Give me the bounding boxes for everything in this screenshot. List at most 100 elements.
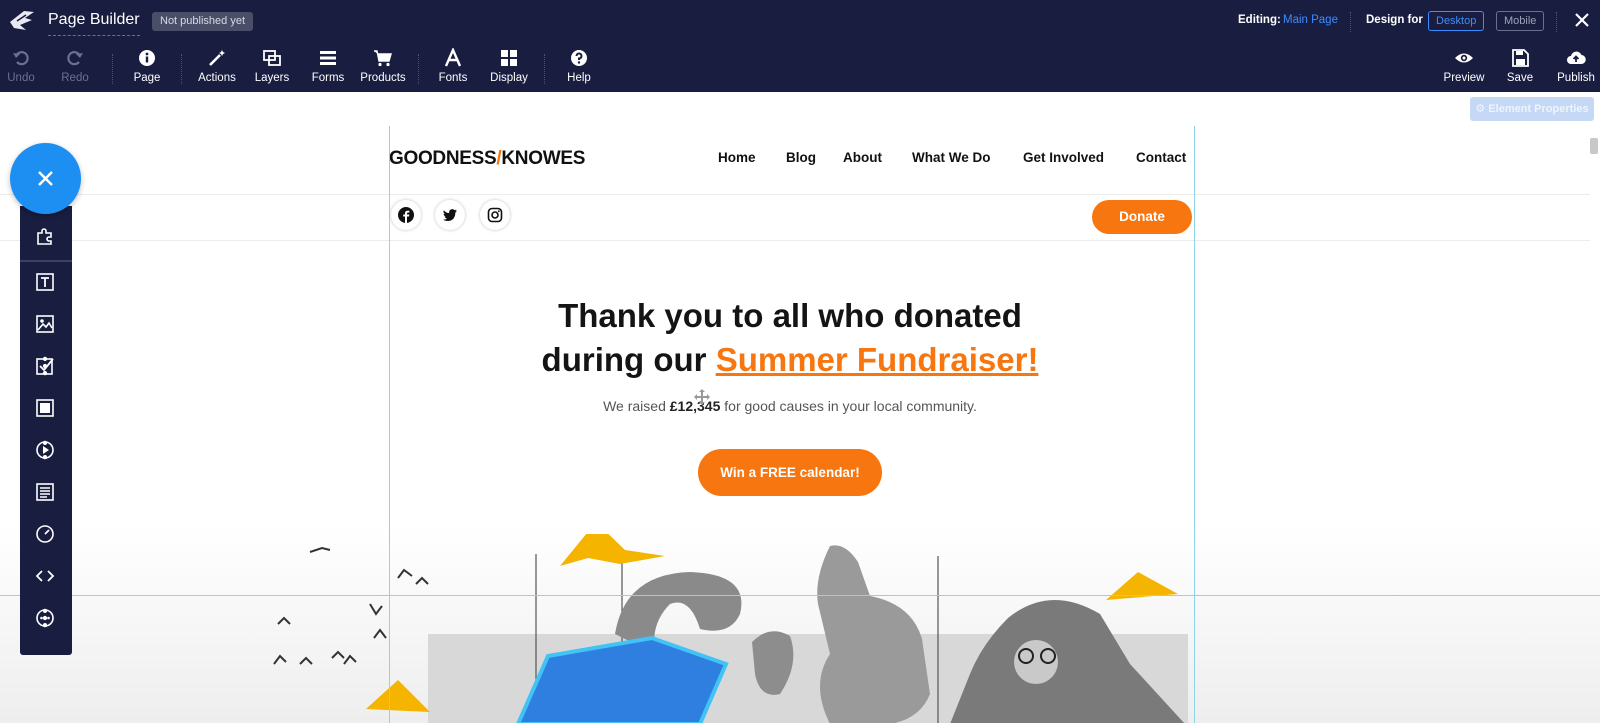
undo-button[interactable]: Undo [0,48,49,84]
brand-left: GOODNESS [389,148,497,169]
instagram-link[interactable] [480,200,510,230]
headline-highlight: Summer Fundraiser! [715,341,1039,378]
mobile-toggle[interactable]: Mobile [1496,11,1545,31]
redo-icon [67,51,83,66]
timer-icon [36,525,54,543]
hero-collage-image[interactable] [270,534,1230,723]
app-logo-icon[interactable] [8,8,36,34]
close-palette-button[interactable] [10,143,81,214]
editor-canvas[interactable]: GOODNESS/KNOWES Home Blog About What We … [0,126,1600,723]
help-label: Help [567,72,591,84]
nav-get-involved[interactable]: Get Involved [1023,150,1104,165]
question-icon [571,50,587,66]
redo-label: Redo [61,72,89,84]
hero-headline[interactable]: Thank you to all who donated during our … [400,294,1180,382]
cloud-upload-icon [1567,51,1586,65]
twitter-icon [443,209,457,221]
facebook-link[interactable] [391,200,421,230]
section-divider [0,194,1590,195]
toolbar-divider [112,54,113,84]
products-button[interactable]: Products [355,48,411,84]
more-options-icon[interactable] [35,356,55,376]
block-icon [36,399,54,417]
canvas-scrollbar[interactable] [1590,138,1598,154]
toolbar-divider [418,54,419,84]
help-button[interactable]: Help [551,48,607,84]
publish-status-badge: Not published yet [152,12,253,31]
fonts-label: Fonts [438,72,468,84]
palette-checkbox[interactable] [20,346,72,386]
close-icon [38,171,53,186]
nav-blog[interactable]: Blog [786,150,816,165]
desktop-toggle[interactable]: Desktop [1428,11,1485,31]
page-button[interactable]: Page [119,48,175,84]
layout-guide-horizontal [0,595,1600,596]
site-logo[interactable]: GOODNESS/KNOWES [389,148,585,170]
palette-code[interactable] [20,556,72,596]
editing-label: Editing: [1238,14,1281,26]
donate-button[interactable]: Donate [1092,200,1192,234]
close-icon[interactable] [1570,8,1594,32]
display-label: Display [490,72,528,84]
headline-line-1: Thank you to all who donated [558,297,1022,334]
actions-button[interactable]: Actions [189,48,245,84]
layout-guide-right [1194,126,1195,723]
win-calendar-button[interactable]: Win a FREE calendar! [698,449,882,496]
eye-icon [1455,53,1473,63]
magic-wand-icon [209,50,225,66]
page-label: Page [133,72,161,84]
design-for-label: Design for [1366,14,1423,26]
headline-line-2: during our Summer Fundraiser! [400,338,1180,382]
forms-button[interactable]: Forms [300,48,356,84]
nav-about[interactable]: About [843,150,882,165]
instagram-icon [487,207,503,223]
forms-label: Forms [311,72,345,84]
editing-page-link[interactable]: Main Page [1283,14,1338,26]
nav-contact[interactable]: Contact [1136,150,1186,165]
preview-button[interactable]: Preview [1436,48,1492,84]
more-options-icon[interactable] [35,608,55,628]
paragraph-icon [36,483,54,501]
layout-guide-left [389,126,390,723]
layers-button[interactable]: Layers [244,48,300,84]
palette-timer[interactable] [20,514,72,554]
more-options-icon[interactable] [35,440,55,460]
save-label: Save [1506,72,1534,84]
move-cursor-icon [694,389,710,405]
publish-label: Publish [1557,72,1595,84]
undo-icon [13,51,29,66]
publish-button[interactable]: Publish [1548,48,1600,84]
actions-label: Actions [198,72,236,84]
subtext-start: We raised [603,398,670,414]
hero-subtext[interactable]: We raised £12,345 for good causes in you… [400,398,1180,414]
palette-paragraph[interactable] [20,472,72,512]
palette-more[interactable] [20,598,72,638]
palette-image[interactable] [20,304,72,344]
element-properties-button[interactable]: ⚙ Element Properties [1470,97,1594,121]
facebook-icon [398,207,414,223]
toolbar-divider [544,54,545,84]
palette-block[interactable] [20,388,72,428]
top-toolbar: Page Builder Not published yet Undo Redo… [0,0,1600,92]
toolbar-divider [181,54,182,84]
nav-home[interactable]: Home [718,150,756,165]
palette-video[interactable] [20,430,72,470]
subtext-end: for good causes in your local community. [720,398,977,414]
redo-button[interactable]: Redo [47,48,103,84]
undo-label: Undo [7,72,35,84]
palette-text[interactable] [20,262,72,302]
display-button[interactable]: Display [481,48,537,84]
forms-icon [320,51,336,65]
fonts-button[interactable]: Fonts [425,48,481,84]
save-button[interactable]: Save [1492,48,1548,84]
toolbar-divider [1556,12,1557,32]
page-builder-app: Page Builder Not published yet Undo Redo… [0,0,1600,723]
save-icon [1512,49,1529,67]
nav-what-we-do[interactable]: What We Do [912,150,991,165]
puzzle-icon [37,228,52,245]
twitter-link[interactable] [435,200,465,230]
products-label: Products [360,72,406,84]
palette-sections[interactable] [20,216,72,256]
code-icon [35,570,55,582]
layers-icon [263,50,281,66]
